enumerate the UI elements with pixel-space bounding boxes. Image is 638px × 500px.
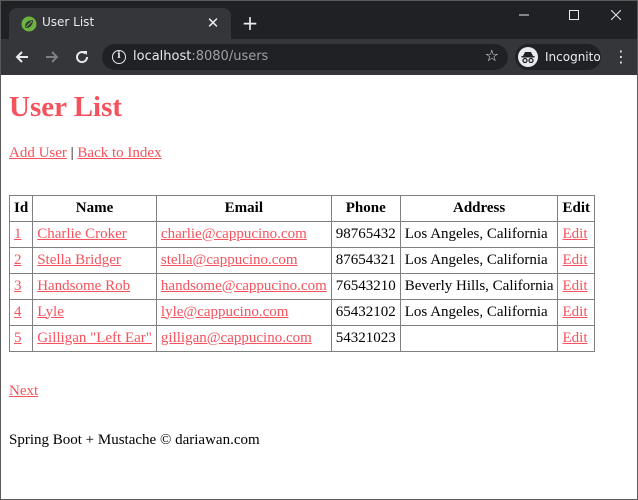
edit-user-link[interactable]: Edit xyxy=(562,226,587,242)
user-email-link[interactable]: stella@cappucino.com xyxy=(161,252,298,268)
table-row: 3 Handsome Rob handsome@cappucino.com 76… xyxy=(8,273,595,300)
add-user-link[interactable]: Add User xyxy=(9,145,67,161)
user-email-link[interactable]: charlie@cappucino.com xyxy=(161,226,307,242)
user-address xyxy=(399,325,559,352)
user-name-link[interactable]: Charlie Croker xyxy=(37,226,127,242)
url-text: localhost:8080/users xyxy=(133,49,269,64)
user-id-link[interactable]: 5 xyxy=(14,330,22,346)
incognito-indicator[interactable]: Incognito xyxy=(515,44,601,70)
user-email-link[interactable]: handsome@cappucino.com xyxy=(161,278,327,294)
user-id-link[interactable]: 4 xyxy=(14,304,22,320)
page-content: User List Add User | Back to Index Id Na… xyxy=(1,75,637,499)
user-phone: 98765432 xyxy=(330,221,401,248)
user-name-link[interactable]: Lyle xyxy=(37,304,64,320)
header-email: Email xyxy=(155,195,332,222)
user-email-link[interactable]: lyle@cappucino.com xyxy=(161,304,289,320)
tab-strip: User List ✕ + xyxy=(1,1,637,39)
table-row: 2 Stella Bridger stella@cappucino.com 87… xyxy=(8,247,595,274)
edit-user-link[interactable]: Edit xyxy=(562,304,587,320)
arrow-right-icon[interactable] xyxy=(40,45,64,69)
spring-leaf-icon xyxy=(21,16,37,32)
page-title: User List xyxy=(9,91,123,123)
user-phone: 76543210 xyxy=(330,273,401,300)
plus-icon[interactable]: + xyxy=(239,12,261,34)
arrow-left-icon[interactable] xyxy=(10,45,34,69)
tab-user-list[interactable]: User List ✕ xyxy=(9,8,231,39)
user-phone: 54321023 xyxy=(330,325,401,352)
header-address: Address xyxy=(399,195,559,222)
browser-toolbar: i localhost:8080/users ☆ Incognito ⋮ xyxy=(1,39,637,75)
pagination: Next xyxy=(9,383,38,400)
kebab-menu-icon[interactable]: ⋮ xyxy=(613,45,629,69)
edit-user-link[interactable]: Edit xyxy=(562,252,587,268)
star-icon[interactable]: ☆ xyxy=(485,46,499,65)
minimize-icon[interactable] xyxy=(501,1,547,31)
user-address: Los Angeles, California xyxy=(399,221,559,248)
user-email-link[interactable]: gilligan@cappucino.com xyxy=(161,330,312,346)
window-close-icon[interactable] xyxy=(593,1,637,31)
user-name-link[interactable]: Gilligan "Left Ear" xyxy=(37,330,152,346)
back-to-index-link[interactable]: Back to Index xyxy=(77,145,161,161)
user-address: Los Angeles, California xyxy=(399,299,559,326)
user-address: Los Angeles, California xyxy=(399,247,559,274)
maximize-icon[interactable] xyxy=(551,1,597,31)
close-icon[interactable]: ✕ xyxy=(203,13,223,33)
user-name-link[interactable]: Stella Bridger xyxy=(37,252,121,268)
reload-icon[interactable] xyxy=(70,45,94,69)
page-footer: Spring Boot + Mustache © dariawan.com xyxy=(9,432,260,448)
table-row: 5 Gilligan "Left Ear" gilligan@cappucino… xyxy=(8,325,595,352)
browser-window: User List ✕ + i localhost:8080/users ☆ I… xyxy=(0,0,638,500)
users-table: Id Name Email Phone Address Edit 1 Charl… xyxy=(8,195,595,352)
header-edit: Edit xyxy=(557,195,595,222)
tab-title: User List xyxy=(42,15,95,29)
user-address: Beverly Hills, California xyxy=(399,273,559,300)
header-id: Id xyxy=(8,195,34,222)
user-phone: 87654321 xyxy=(330,247,401,274)
table-header-row: Id Name Email Phone Address Edit xyxy=(8,195,595,222)
page-links: Add User | Back to Index xyxy=(9,145,162,162)
link-separator: | xyxy=(70,145,74,161)
user-name-link[interactable]: Handsome Rob xyxy=(37,278,130,294)
header-name: Name xyxy=(32,195,157,222)
incognito-icon xyxy=(518,47,538,67)
user-id-link[interactable]: 1 xyxy=(14,226,22,242)
info-icon[interactable]: i xyxy=(112,50,126,64)
user-id-link[interactable]: 2 xyxy=(14,252,22,268)
edit-user-link[interactable]: Edit xyxy=(562,330,587,346)
address-bar[interactable]: i localhost:8080/users ☆ xyxy=(102,44,508,70)
user-phone: 65432102 xyxy=(330,299,401,326)
user-id-link[interactable]: 3 xyxy=(14,278,22,294)
next-page-link[interactable]: Next xyxy=(9,383,38,399)
table-row: 1 Charlie Croker charlie@cappucino.com 9… xyxy=(8,221,595,248)
table-row: 4 Lyle lyle@cappucino.com 65432102 Los A… xyxy=(8,299,595,326)
edit-user-link[interactable]: Edit xyxy=(562,278,587,294)
header-phone: Phone xyxy=(330,195,401,222)
incognito-label: Incognito xyxy=(545,50,601,64)
